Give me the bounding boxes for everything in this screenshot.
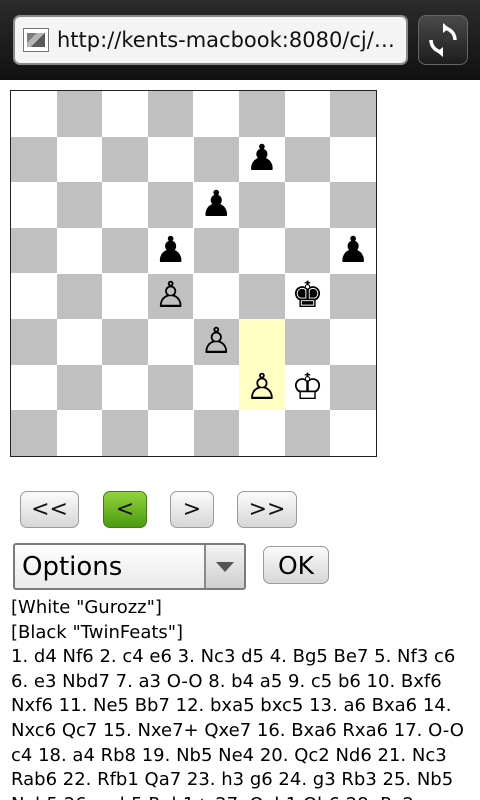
- square-d7[interactable]: [147, 136, 194, 183]
- square-f3[interactable]: [239, 319, 285, 365]
- first-move-button[interactable]: <<: [20, 491, 79, 528]
- options-select[interactable]: Options: [13, 543, 246, 590]
- square-f6[interactable]: [239, 182, 285, 228]
- square-a8[interactable]: [11, 91, 57, 137]
- square-c5[interactable]: [102, 227, 148, 274]
- square-e7[interactable]: [193, 136, 240, 183]
- black-pawn-icon[interactable]: ♟: [194, 182, 240, 228]
- square-d2[interactable]: [147, 364, 194, 411]
- square-g5[interactable]: [284, 227, 331, 274]
- square-g1[interactable]: [284, 410, 331, 456]
- square-e5[interactable]: [193, 227, 240, 274]
- pgn-moves: 1. d4 Nf6 2. c4 e6 3. Nc3 d5 4. Bg5 Be7 …: [11, 646, 464, 800]
- next-move-button[interactable]: >: [170, 491, 214, 528]
- square-h4[interactable]: [330, 273, 376, 320]
- square-f1[interactable]: [239, 410, 285, 456]
- square-b6[interactable]: [56, 182, 103, 228]
- browser-toolbar: http://kents-macbook:8080/cj/bo...: [0, 0, 480, 80]
- options-select-value: Options: [22, 551, 123, 582]
- white-king-icon[interactable]: ♔: [285, 365, 331, 411]
- white-pawn-icon[interactable]: ♙: [148, 274, 194, 320]
- white-pawn-icon[interactable]: ♙: [194, 319, 240, 365]
- square-d6[interactable]: [147, 182, 194, 228]
- square-a2[interactable]: [11, 364, 57, 411]
- square-g6[interactable]: [284, 182, 331, 228]
- square-b8[interactable]: [56, 91, 103, 137]
- square-h6[interactable]: [330, 182, 376, 228]
- square-a7[interactable]: [11, 136, 57, 183]
- page-thumbnail-icon: [23, 28, 49, 52]
- previous-move-button[interactable]: <: [103, 491, 147, 528]
- square-g3[interactable]: [284, 319, 331, 365]
- square-a4[interactable]: [11, 273, 57, 320]
- black-pawn-icon[interactable]: ♟: [148, 228, 194, 274]
- pgn-text: [White "Gurozz"] [Black "TwinFeats"] 1. …: [11, 596, 473, 800]
- square-f8[interactable]: [239, 91, 285, 137]
- dropdown-arrow-icon[interactable]: [204, 545, 244, 588]
- pgn-white-tag: [White "Gurozz"]: [11, 597, 162, 618]
- square-h7[interactable]: [330, 136, 376, 183]
- chess-board[interactable]: ♟ ♟ ♟ ♟ ♙ ♚ ♙ ♙ ♔: [10, 90, 377, 457]
- square-c1[interactable]: [102, 410, 148, 456]
- ok-button[interactable]: OK: [263, 546, 329, 584]
- square-d1[interactable]: [147, 410, 194, 456]
- square-c3[interactable]: [102, 319, 148, 365]
- refresh-button[interactable]: [418, 15, 468, 65]
- black-pawn-icon[interactable]: ♟: [239, 137, 285, 183]
- url-text[interactable]: http://kents-macbook:8080/cj/bo...: [57, 28, 406, 52]
- square-d3[interactable]: [147, 319, 194, 365]
- pgn-black-tag: [Black "TwinFeats"]: [11, 621, 184, 643]
- square-b1[interactable]: [56, 410, 103, 456]
- square-a1[interactable]: [11, 410, 57, 456]
- square-b4[interactable]: [56, 273, 103, 320]
- square-a5[interactable]: [11, 227, 57, 274]
- refresh-icon: [429, 23, 457, 57]
- square-c2[interactable]: [102, 364, 148, 411]
- square-c6[interactable]: [102, 182, 148, 228]
- square-b7[interactable]: [56, 136, 103, 183]
- square-g7[interactable]: [284, 136, 331, 183]
- square-c8[interactable]: [102, 91, 148, 137]
- square-a6[interactable]: [11, 182, 57, 228]
- square-b5[interactable]: [56, 227, 103, 274]
- square-a3[interactable]: [11, 319, 57, 365]
- square-h1[interactable]: [330, 410, 376, 456]
- last-move-button[interactable]: >>: [237, 491, 297, 528]
- square-f4[interactable]: [239, 273, 285, 320]
- square-h2[interactable]: [330, 364, 376, 411]
- white-pawn-icon[interactable]: ♙: [239, 365, 285, 411]
- black-king-icon[interactable]: ♚: [285, 274, 331, 320]
- square-h8[interactable]: [330, 91, 376, 137]
- square-b3[interactable]: [56, 319, 103, 365]
- square-d8[interactable]: [147, 91, 194, 137]
- square-b2[interactable]: [56, 364, 103, 411]
- square-f5[interactable]: [239, 227, 285, 274]
- square-c4[interactable]: [102, 273, 148, 320]
- url-bar[interactable]: http://kents-macbook:8080/cj/bo...: [13, 15, 408, 65]
- square-c7[interactable]: [102, 136, 148, 183]
- square-h3[interactable]: [330, 319, 376, 365]
- black-pawn-icon[interactable]: ♟: [330, 228, 376, 274]
- square-e8[interactable]: [193, 91, 240, 137]
- square-e4[interactable]: [193, 273, 240, 320]
- square-g8[interactable]: [284, 91, 331, 137]
- square-e1[interactable]: [193, 410, 240, 456]
- square-e2[interactable]: [193, 364, 240, 411]
